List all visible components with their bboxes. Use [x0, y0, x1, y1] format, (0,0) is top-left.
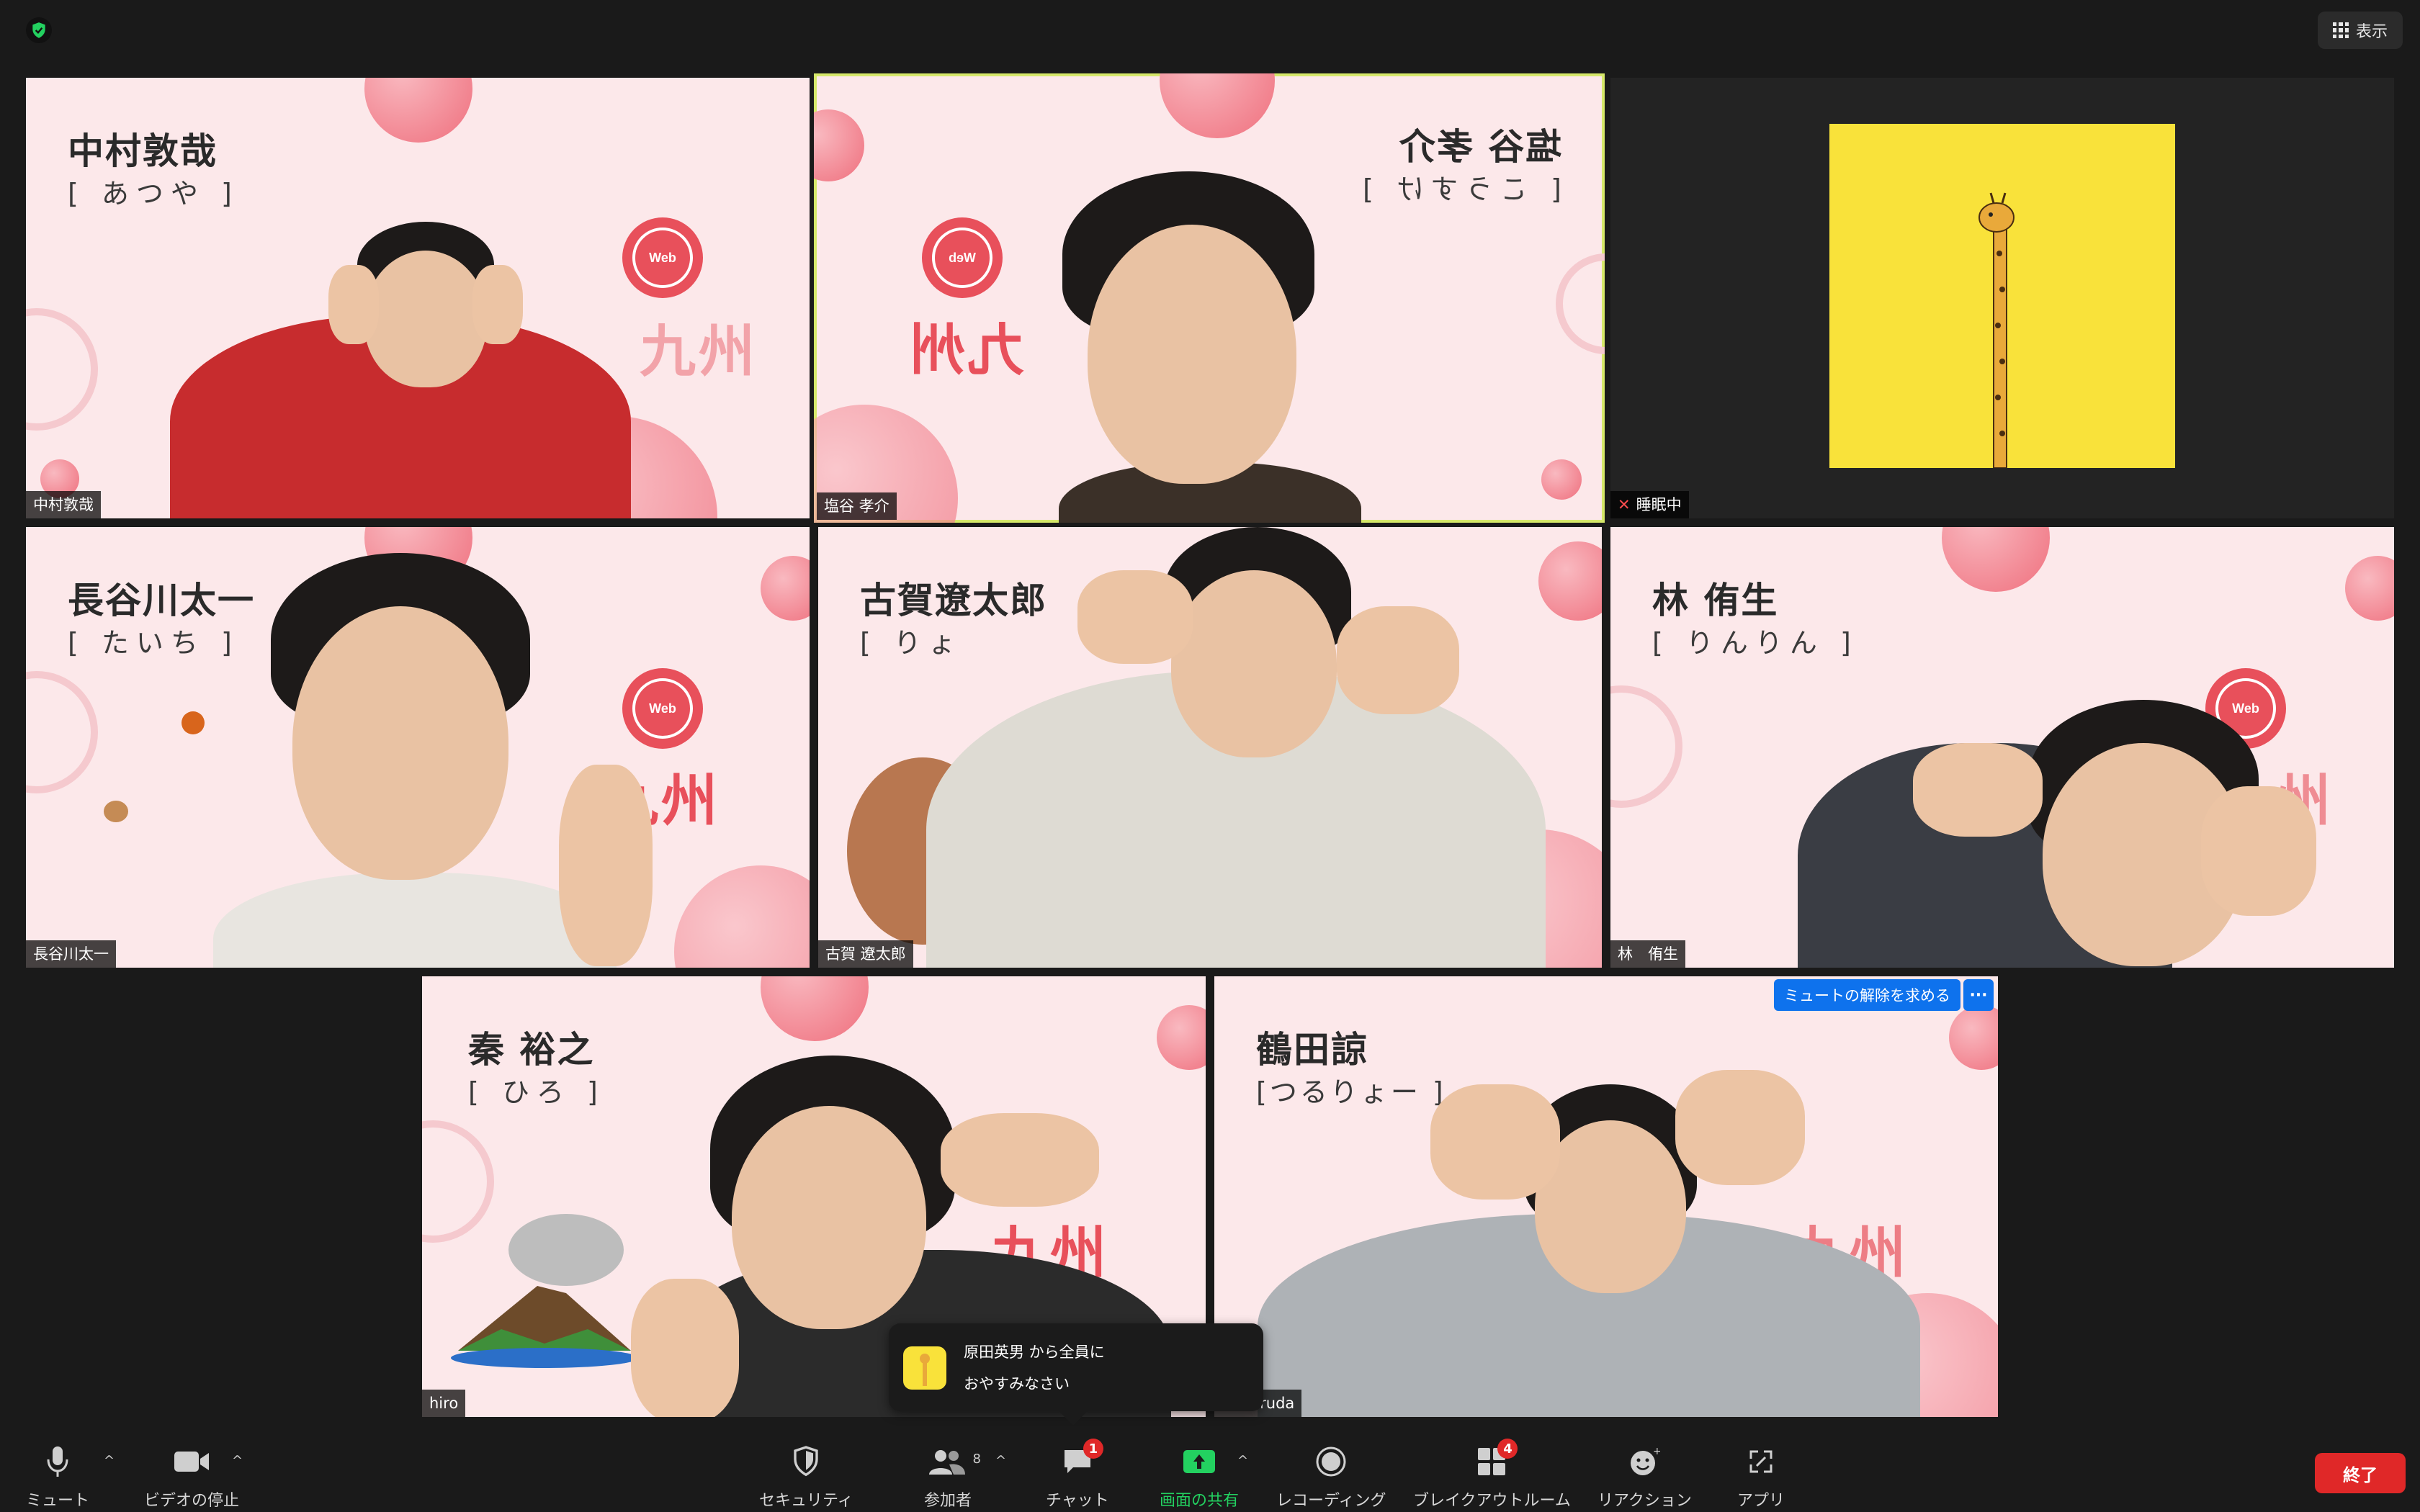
- bg-decoration: [1157, 1005, 1206, 1070]
- chat-button[interactable]: 1 チャット: [1046, 1439, 1109, 1511]
- bg-kana-text: [ あつや ]: [68, 178, 239, 210]
- zoom-meeting-window: 表示 中村敦哉 [ あつや ] Web 九州 中村敦哉 塩谷 孝介 [ こうすけ…: [0, 0, 2420, 1512]
- participant-name-label: ✕ 睡眠中: [1610, 491, 1689, 518]
- profile-picture: [1829, 124, 2175, 469]
- bg-name-text: 鶴田諒: [1256, 1029, 1368, 1071]
- meeting-toolbar: ミュート ^ ビデオの停止 ^ セキュリティ 8 参加者 ^ 1 チャット 画面…: [0, 1431, 2420, 1512]
- bg-decoration: [1556, 253, 1605, 354]
- chat-message: おやすみなさい: [964, 1375, 1070, 1392]
- participant-name-label: 古賀 遼太郎: [818, 940, 913, 968]
- video-tile-sleeping[interactable]: ✕ 睡眠中: [1610, 78, 2394, 518]
- basketball-icon: [182, 711, 205, 734]
- participants-icon: 8: [919, 1443, 981, 1480]
- breakout-badge: 4: [1497, 1439, 1518, 1459]
- more-options-button[interactable]: ···: [1963, 979, 1994, 1011]
- chat-unread-badge: 1: [1083, 1439, 1103, 1459]
- reactions-button[interactable]: + リアクション: [1597, 1443, 1692, 1511]
- breakout-rooms-icon: 4: [1473, 1439, 1518, 1480]
- participant-name-label: hiro: [422, 1390, 466, 1417]
- video-tile-tsuruda[interactable]: 鶴田諒 [つるりょー ] 九州 ミュートの解除を求める ··· o Tsurud…: [1214, 976, 1998, 1417]
- dog-icon: [104, 801, 128, 822]
- bg-decoration: [1538, 541, 1602, 621]
- bg-kana-text: [ りょ: [860, 627, 963, 659]
- video-camera-icon: [173, 1443, 210, 1480]
- participant-name-label: 中村敦哉: [26, 491, 101, 518]
- chat-bubble-icon: 1: [1059, 1439, 1103, 1480]
- security-shield-icon[interactable]: [26, 17, 52, 43]
- share-options-chevron-icon[interactable]: ^: [1237, 1453, 1248, 1468]
- grid-view-icon: [2332, 22, 2349, 38]
- share-screen-icon: [1180, 1443, 1218, 1480]
- bg-name-text: 古賀遼太郎: [860, 580, 1047, 621]
- stop-video-button[interactable]: ビデオの停止: [144, 1443, 239, 1511]
- bg-kana-text: [ こうすけ ]: [1355, 174, 1561, 205]
- participants-button[interactable]: 8 参加者: [919, 1443, 981, 1511]
- bg-name-text: 長谷川太一: [68, 580, 255, 621]
- bg-kyushu-text: 九州: [640, 320, 758, 384]
- view-button[interactable]: 表示: [2318, 12, 2403, 49]
- brand-logo-icon: Web: [922, 217, 1003, 298]
- bg-decoration: [674, 865, 810, 968]
- security-button[interactable]: セキュリティ: [759, 1443, 853, 1511]
- record-button[interactable]: レコーディング: [1276, 1443, 1386, 1511]
- bg-decoration: [761, 556, 810, 621]
- sender-avatar: [903, 1346, 946, 1390]
- bg-kana-text: [ りんりん ]: [1652, 627, 1858, 659]
- view-button-label: 表示: [2355, 23, 2388, 41]
- muted-mic-icon: ✕: [1618, 496, 1631, 513]
- shield-icon: [787, 1443, 825, 1480]
- brand-logo-icon: Web: [622, 668, 703, 749]
- giraffe-icon: [1978, 192, 2015, 469]
- participant-name-label: 塩谷 孝介: [817, 492, 897, 520]
- bg-decoration: [26, 671, 98, 793]
- participant-name-label: 長谷川太一: [26, 940, 116, 968]
- bg-kana-text: [つるりょー ]: [1256, 1076, 1446, 1108]
- end-meeting-button[interactable]: 終了: [2315, 1453, 2406, 1493]
- video-tile-hayashi[interactable]: 林 侑生 [ りんりん ] Web 九州 林 侑生: [1610, 527, 2394, 968]
- mute-button[interactable]: ミュート: [26, 1443, 89, 1511]
- chat-notification[interactable]: 原田英男 から全員に おやすみなさい: [889, 1323, 1263, 1411]
- apps-icon: [1742, 1443, 1780, 1480]
- svg-text:+: +: [1653, 1446, 1660, 1457]
- bg-decoration: [1942, 527, 2050, 592]
- volcano-icon: [451, 1214, 638, 1368]
- share-screen-button[interactable]: 画面の共有: [1160, 1443, 1239, 1511]
- brand-logo-icon: Web: [622, 217, 703, 298]
- participants-options-chevron-icon[interactable]: ^: [995, 1453, 1006, 1468]
- bg-kana-text: [ たいち ]: [68, 627, 239, 659]
- video-tile-nakamura[interactable]: 中村敦哉 [ あつや ] Web 九州 中村敦哉: [26, 78, 810, 518]
- bg-decoration: [1610, 685, 1682, 808]
- participant-count: 8: [972, 1452, 981, 1467]
- bg-name-text: 中村敦哉: [68, 130, 218, 172]
- apps-button[interactable]: アプリ: [1737, 1443, 1785, 1511]
- bg-name-text: 塩谷 孝介: [1397, 126, 1561, 168]
- bg-decoration: [364, 78, 472, 143]
- microphone-icon: [39, 1443, 76, 1480]
- breakout-rooms-button[interactable]: 4 ブレイクアウトルーム: [1413, 1439, 1571, 1511]
- bg-decoration: [2345, 556, 2394, 621]
- video-tile-koga[interactable]: 古賀遼太郎 [ りょ 古賀 遼太郎: [818, 527, 1602, 968]
- bg-name-text: 林 侑生: [1652, 580, 1779, 621]
- video-options-chevron-icon[interactable]: ^: [232, 1453, 243, 1468]
- bg-decoration: [1160, 73, 1275, 138]
- bg-decoration: [814, 109, 864, 181]
- bg-decoration: [761, 976, 869, 1041]
- bg-kyushu-text: 九州: [906, 318, 1025, 383]
- participant-name-label: 林 侑生: [1610, 940, 1685, 968]
- bg-decoration: [26, 308, 98, 431]
- ask-to-unmute-button[interactable]: ミュートの解除を求める: [1774, 979, 1960, 1011]
- bg-name-text: 秦 裕之: [468, 1029, 595, 1071]
- video-tile-shiotani[interactable]: 塩谷 孝介 [ こうすけ ] Web 九州 塩谷 孝介: [814, 73, 1605, 523]
- mute-options-chevron-icon[interactable]: ^: [104, 1453, 115, 1468]
- record-icon: [1312, 1443, 1350, 1480]
- bg-kana-text: [ ひろ ]: [468, 1076, 605, 1108]
- smiley-icon: +: [1626, 1443, 1663, 1480]
- chat-sender: 原田英男 から全員に: [964, 1344, 1105, 1361]
- video-tile-hasegawa[interactable]: 長谷川太一 [ たいち ] Web 九州 長谷川太一: [26, 527, 810, 968]
- bg-decoration: [1949, 1005, 1998, 1070]
- bg-decoration: [1541, 459, 1582, 500]
